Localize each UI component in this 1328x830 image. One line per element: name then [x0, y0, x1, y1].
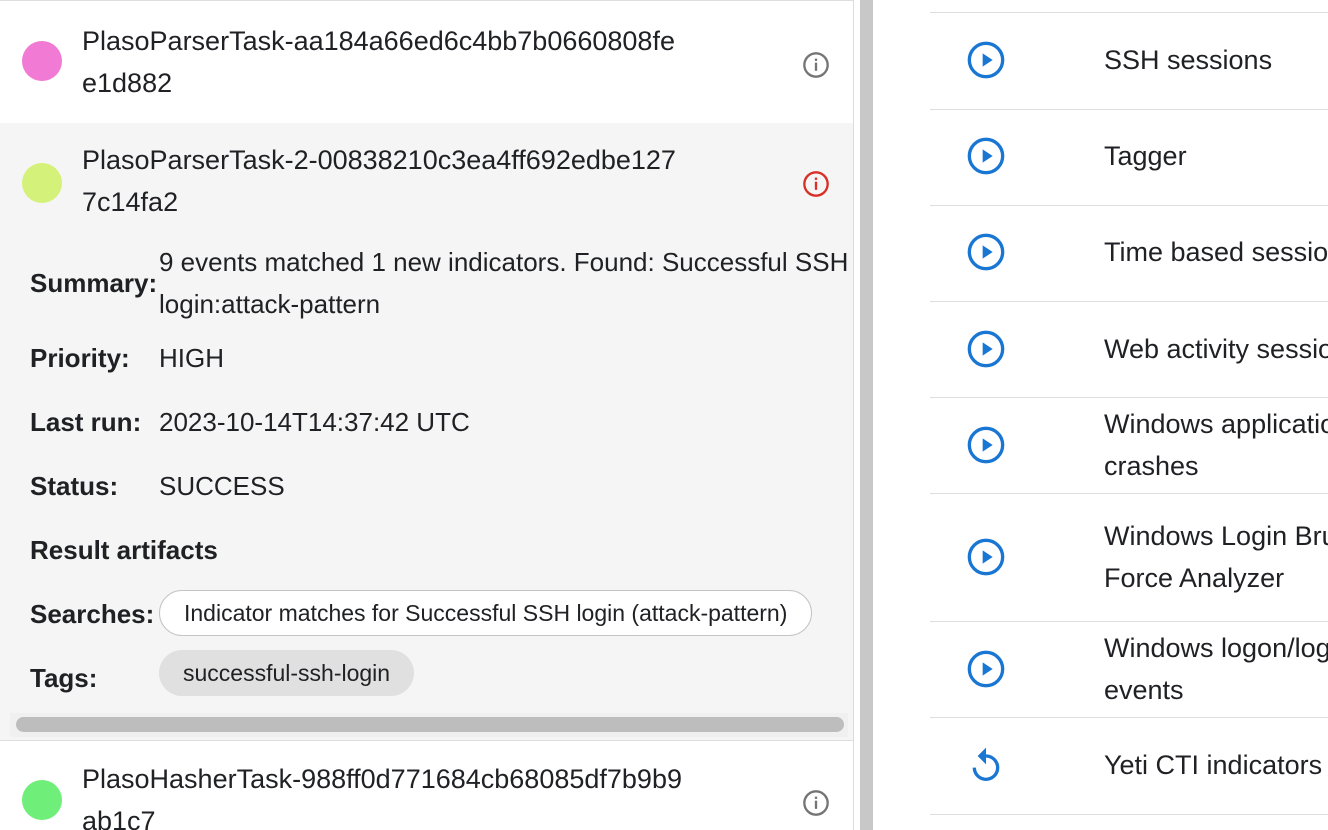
rerun-icon[interactable] [966, 746, 1006, 786]
info-icon[interactable] [802, 789, 830, 817]
task-item-expanded[interactable]: PlasoParserTask-2-00838210c3ea4ff692edbe… [0, 123, 853, 741]
analyzer-label: Web activity sessions [1104, 334, 1328, 364]
analyzer-item-time-based-sessions[interactable]: Time based sessions [930, 206, 1328, 302]
analyzer-item-web-activity-sessions[interactable]: Web activity sessions [930, 302, 1328, 398]
analyzer-label: SSH sessions [1104, 45, 1273, 75]
info-icon[interactable] [802, 51, 830, 79]
analyzer-item-tagger[interactable]: Tagger [930, 110, 1328, 206]
analyzer-label: Time based sessions [1104, 237, 1328, 267]
task-status-dot [22, 163, 62, 203]
analyzer-item-ssh-sessions[interactable]: SSH sessions [930, 13, 1328, 110]
task-status-dot [22, 41, 62, 81]
analyzer-label: Windows Login Brute Force Analyzer [1104, 521, 1328, 593]
summary-value: 9 events matched 1 new indicators. Found… [159, 247, 849, 319]
task-name: PlasoParserTask-aa184a66ed6c4bb7b0660808… [82, 26, 675, 98]
scrollbar-thumb[interactable] [16, 717, 844, 732]
analyzer-item-windows-login-brute-force[interactable]: Windows Login Brute Force Analyzer [930, 494, 1328, 622]
priority-value: HIGH [159, 343, 224, 373]
play-circle-icon[interactable] [966, 136, 1006, 176]
saved-search-chip[interactable]: Indicator matches for Successful SSH log… [159, 590, 813, 636]
play-circle-icon[interactable] [966, 649, 1006, 689]
tag-chip[interactable]: successful-ssh-login [159, 650, 415, 696]
error-info-icon[interactable] [802, 170, 830, 198]
status-value: SUCCESS [159, 471, 285, 501]
analyzer-label: Windows application crashes [1104, 409, 1328, 481]
analysis-task-list: PlasoParserTask-aa184a66ed6c4bb7b0660808… [0, 0, 854, 830]
priority-label: Priority: [30, 343, 130, 373]
task-name: PlasoParserTask-2-00838210c3ea4ff692edbe… [82, 145, 676, 217]
result-artifacts-heading: Result artifacts [30, 535, 218, 565]
panel-divider[interactable] [860, 0, 873, 830]
play-circle-icon[interactable] [966, 329, 1006, 369]
task-status-dot [22, 780, 62, 820]
play-circle-icon[interactable] [966, 537, 1006, 577]
task-name: PlasoHasherTask-988ff0d771684cb68085df7b… [82, 764, 682, 830]
play-circle-icon[interactable] [966, 232, 1006, 272]
status-label: Status: [30, 471, 119, 501]
analyzer-label: Yeti CTI indicators [1104, 750, 1323, 780]
last-run-value: 2023-10-14T14:37:42 UTC [159, 407, 470, 437]
analyzer-label: Tagger [1104, 141, 1187, 171]
task-item[interactable]: PlasoHasherTask-988ff0d771684cb68085df7b… [0, 741, 853, 830]
analyzer-list: SSH sessions Tagger Time based sessions … [880, 0, 1328, 830]
analyzer-item-yeti-cti-indicators[interactable]: Yeti CTI indicators [930, 718, 1328, 815]
task-item[interactable]: PlasoParserTask-aa184a66ed6c4bb7b0660808… [0, 0, 853, 124]
summary-label: Summary: [30, 268, 158, 298]
analyzer-item-windows-logon-logoff[interactable]: Windows logon/logoff events [930, 622, 1328, 718]
tags-label: Tags: [30, 663, 98, 693]
last-run-label: Last run: [30, 407, 142, 437]
horizontal-scrollbar[interactable] [10, 713, 848, 737]
analyzer-label: Windows logon/logoff events [1104, 633, 1328, 705]
searches-label: Searches: [30, 599, 155, 629]
play-circle-icon[interactable] [966, 425, 1006, 465]
analyzer-item-windows-application-crashes[interactable]: Windows application crashes [930, 398, 1328, 494]
play-circle-icon[interactable] [966, 40, 1006, 80]
